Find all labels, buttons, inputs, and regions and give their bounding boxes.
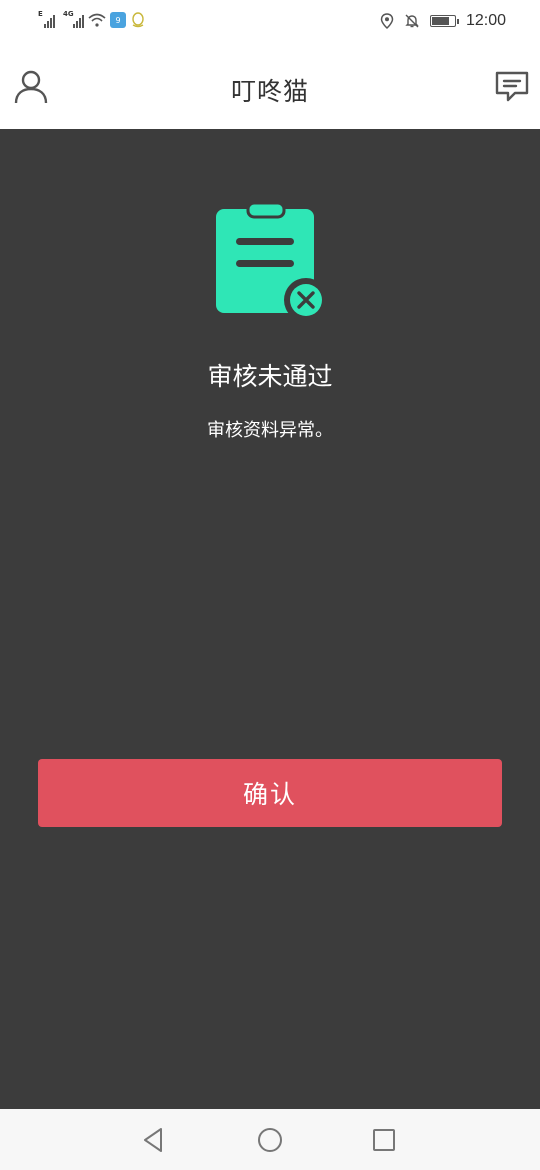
recents-icon[interactable]: [369, 1125, 399, 1155]
confirm-button[interactable]: 确认: [38, 759, 502, 827]
clipboard-rejected-icon: [216, 201, 328, 321]
app-header: 叮咚猫: [0, 46, 540, 129]
network-tag-4g: 4G: [63, 10, 74, 18]
app-notify-icon: 9: [110, 12, 126, 28]
page-title: 叮咚猫: [230, 77, 309, 106]
status-time: 12:00: [465, 12, 506, 29]
location-icon: [380, 13, 394, 29]
svg-text:9: 9: [115, 16, 120, 25]
status-right: 12:00: [380, 12, 506, 30]
main-content: 审核未通过 审核资料异常。 确认: [0, 129, 540, 1109]
system-nav-bar: [0, 1109, 540, 1170]
signal-4g-icon: 4G: [63, 10, 84, 28]
battery-icon: [429, 15, 459, 27]
bell-off-icon: [405, 14, 419, 28]
wifi-icon: [88, 13, 106, 27]
signal-e-icon: E: [38, 10, 55, 28]
result-title: 审核未通过: [207, 362, 333, 391]
status-left: E 4G 9: [38, 10, 146, 28]
network-tag-e: E: [38, 10, 43, 18]
back-icon[interactable]: [139, 1125, 169, 1155]
result-description: 审核资料异常。: [207, 420, 333, 441]
message-icon[interactable]: [494, 70, 530, 104]
status-bar: E 4G 9 12:00: [0, 0, 540, 46]
home-icon[interactable]: [255, 1125, 285, 1155]
qq-icon: [132, 12, 144, 28]
